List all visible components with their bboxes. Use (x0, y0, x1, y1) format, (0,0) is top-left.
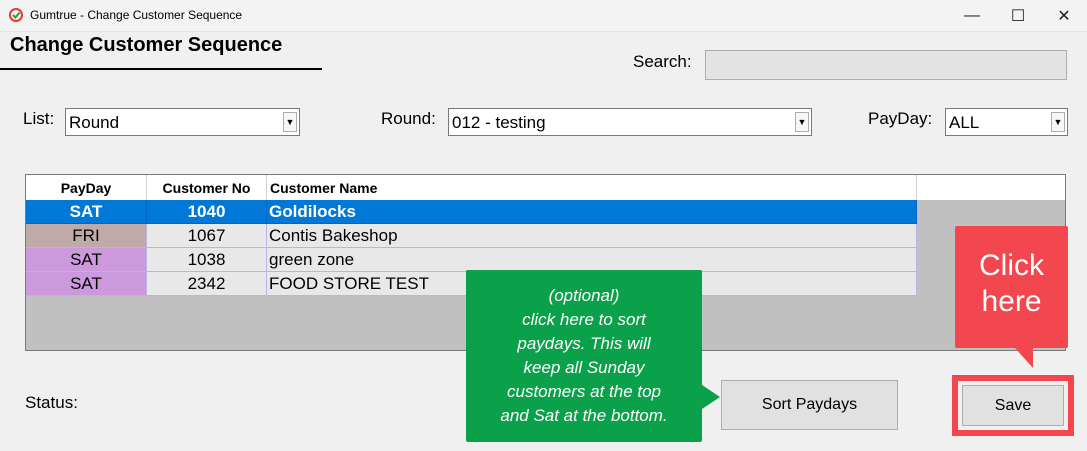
chevron-down-icon[interactable]: ▼ (283, 112, 297, 132)
payday-cell[interactable]: SAT (26, 200, 147, 224)
grid-header: PayDay Customer No Customer Name (26, 175, 1065, 200)
round-dropdown-value: 012 - testing (452, 113, 546, 132)
payday-dropdown[interactable]: ALL ▼ (945, 108, 1068, 136)
payday-cell[interactable]: SAT (26, 248, 147, 272)
callout-line: here (981, 285, 1042, 318)
search-label: Search: (633, 52, 692, 71)
callout-line: click here to sort (522, 310, 646, 329)
column-header-payday[interactable]: PayDay (26, 175, 147, 200)
customer-name-cell[interactable]: Contis Bakeshop (267, 224, 917, 248)
table-row[interactable]: SAT 1040 Goldilocks (26, 200, 917, 224)
payday-dropdown-value: ALL (949, 113, 980, 132)
callout-line: paydays. This will (517, 334, 651, 353)
callout-line: and Sat at the bottom. (500, 406, 668, 425)
sort-hint-pointer (702, 385, 720, 409)
table-row[interactable]: SAT 1038 green zone (26, 248, 917, 272)
list-dropdown-value: Round (69, 113, 120, 132)
column-header-customer-name[interactable]: Customer Name (267, 175, 917, 200)
search-input[interactable] (705, 50, 1067, 80)
customer-name-cell[interactable]: green zone (267, 248, 917, 272)
customer-no-cell[interactable]: 1067 (147, 224, 267, 248)
table-row[interactable]: FRI 1067 Contis Bakeshop (26, 224, 917, 248)
callout-line: (optional) (548, 286, 620, 305)
status-label: Status: (25, 393, 78, 412)
save-highlight-box (952, 375, 1074, 436)
round-label: Round: (381, 109, 436, 128)
click-here-pointer (1015, 348, 1033, 368)
customer-no-cell[interactable]: 1038 (147, 248, 267, 272)
callout-line: customers at the top (506, 382, 662, 401)
payday-cell[interactable]: SAT (26, 272, 147, 296)
callout-line: Click (979, 249, 1044, 282)
maximize-button[interactable]: ☐ (995, 0, 1041, 32)
chevron-down-icon[interactable]: ▼ (1051, 112, 1065, 132)
payday-cell[interactable]: FRI (26, 224, 147, 248)
sort-paydays-button[interactable]: Sort Paydays (721, 380, 898, 430)
customer-no-cell[interactable]: 1040 (147, 200, 267, 224)
chevron-down-icon[interactable]: ▼ (795, 112, 809, 132)
click-here-callout: Click here (955, 226, 1068, 348)
list-label: List: (23, 109, 55, 128)
column-header-customer-no[interactable]: Customer No (147, 175, 267, 200)
app-logo-icon (9, 8, 23, 22)
customer-name-cell[interactable]: Goldilocks (267, 200, 917, 224)
window-title: Gumtrue - Change Customer Sequence (30, 8, 243, 22)
callout-line: keep all Sunday (523, 358, 645, 377)
round-dropdown[interactable]: 012 - testing ▼ (448, 108, 812, 136)
payday-label: PayDay: (868, 109, 933, 128)
title-bar: Gumtrue - Change Customer Sequence — ☐ ✕ (0, 0, 1087, 32)
maximize-icon: ☐ (1010, 8, 1026, 25)
close-button[interactable]: ✕ (1041, 0, 1087, 32)
customer-no-cell[interactable]: 2342 (147, 272, 267, 296)
page-title: Change Customer Sequence (10, 34, 283, 56)
sort-hint-callout: (optional) click here to sort paydays. T… (466, 270, 702, 442)
minimize-button[interactable]: — (949, 0, 995, 32)
close-icon: ✕ (1057, 8, 1071, 25)
minimize-icon: — (964, 7, 980, 24)
list-dropdown[interactable]: Round ▼ (65, 108, 300, 136)
heading-underline (0, 68, 322, 70)
